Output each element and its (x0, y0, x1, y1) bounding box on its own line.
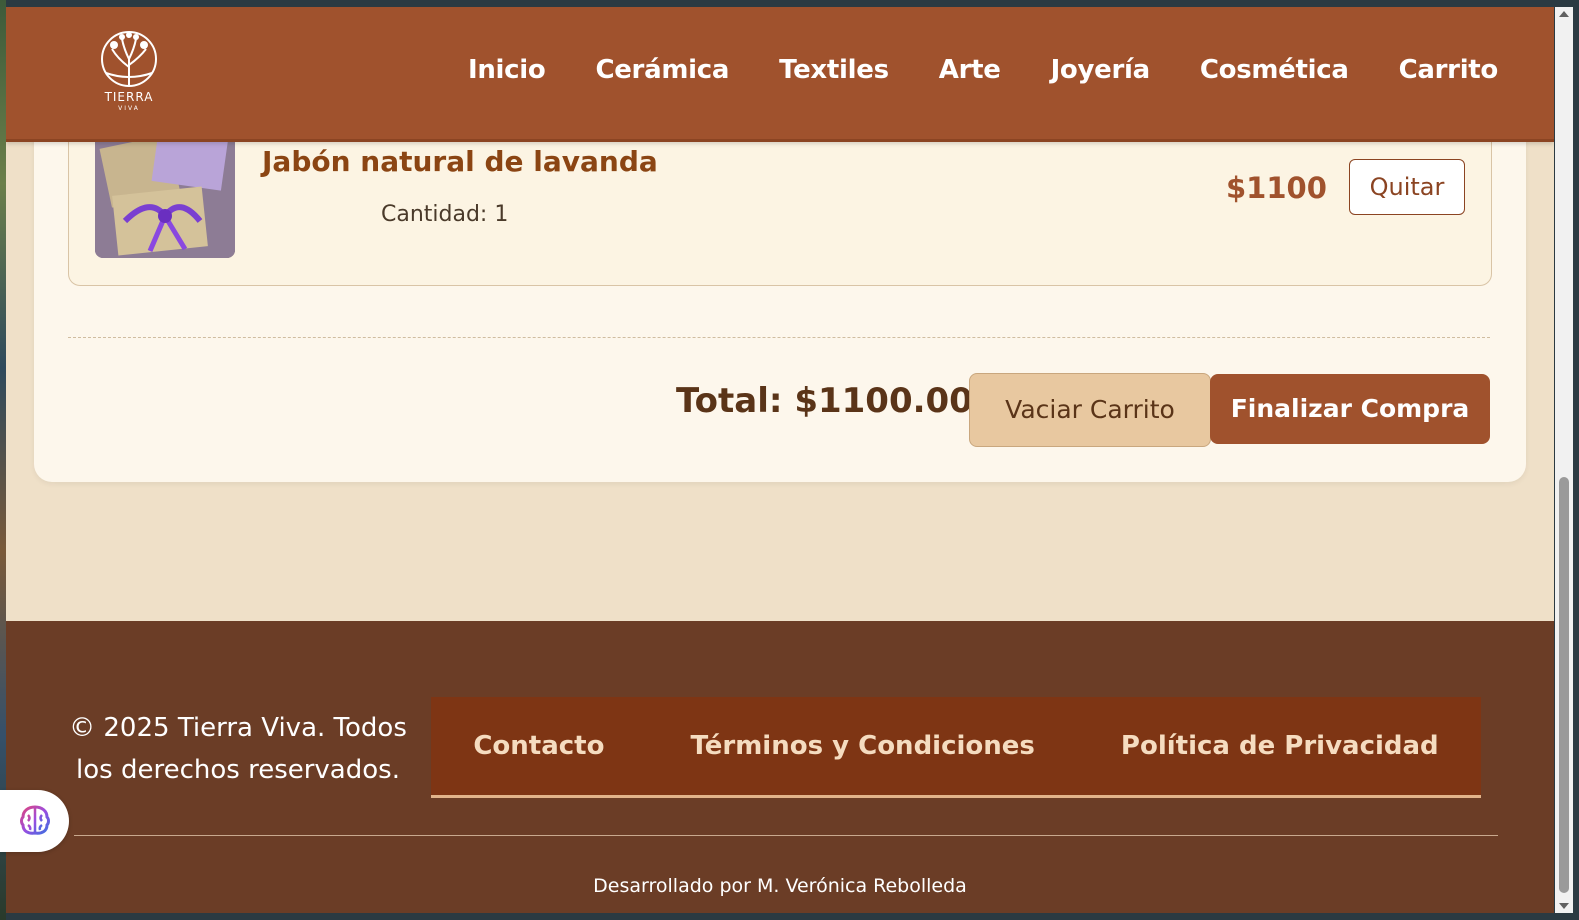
empty-cart-button[interactable]: Vaciar Carrito (969, 373, 1211, 447)
copyright-text: © 2025 Tierra Viva. Todos los derechos r… (68, 707, 408, 791)
footer-link-privacidad[interactable]: Política de Privacidad (1121, 731, 1439, 761)
scroll-up-arrow-icon[interactable] (1559, 11, 1569, 17)
nav-ceramica[interactable]: Cerámica (595, 55, 729, 85)
footer-links: Contacto Términos y Condiciones Política… (431, 697, 1481, 798)
scroll-down-arrow-icon[interactable] (1559, 903, 1569, 909)
page-viewport: Jabón natural de lavanda Cantidad: 1 $11… (6, 7, 1554, 913)
main-nav: Inicio Cerámica Textiles Arte Joyería Co… (468, 55, 1498, 85)
nav-inicio[interactable]: Inicio (468, 55, 546, 85)
footer-link-terminos[interactable]: Términos y Condiciones (690, 731, 1034, 761)
brain-icon (20, 805, 50, 835)
footer-divider (74, 835, 1498, 836)
nav-cosmetica[interactable]: Cosmética (1200, 55, 1349, 85)
cart-divider (68, 337, 1490, 338)
footer-link-contacto[interactable]: Contacto (473, 731, 604, 761)
product-quantity: Cantidad: 1 (381, 202, 509, 227)
developer-credit: Desarrollado por M. Verónica Rebolleda (593, 875, 967, 897)
brand-name: TIERRA (104, 90, 154, 104)
copyright-line-1: © 2025 Tierra Viva. Todos (69, 713, 407, 743)
brand-subtitle: VIVA (118, 105, 140, 112)
cart-total: Total: $1100.00 (676, 381, 973, 421)
product-name: Jabón natural de lavanda (262, 145, 658, 178)
ai-assistant-button[interactable] (0, 790, 69, 852)
scroll-thumb[interactable] (1559, 477, 1569, 893)
tree-logo-icon (101, 31, 157, 87)
product-price: $1100 (1226, 171, 1327, 205)
brand-logo[interactable]: TIERRA VIVA (96, 29, 162, 119)
nav-joyeria[interactable]: Joyería (1051, 55, 1151, 85)
remove-item-button[interactable]: Quitar (1349, 159, 1465, 215)
checkout-button[interactable]: Finalizar Compra (1210, 374, 1490, 444)
site-footer: © 2025 Tierra Viva. Todos los derechos r… (6, 621, 1554, 913)
copyright-line-2: los derechos reservados. (76, 755, 400, 785)
site-header: TIERRA VIVA Inicio Cerámica Textiles Art… (6, 7, 1554, 142)
cart-panel: Jabón natural de lavanda Cantidad: 1 $11… (34, 107, 1526, 482)
nav-textiles[interactable]: Textiles (779, 55, 889, 85)
nav-arte[interactable]: Arte (939, 55, 1001, 85)
vertical-scrollbar[interactable] (1555, 7, 1573, 913)
nav-carrito[interactable]: Carrito (1399, 55, 1499, 85)
